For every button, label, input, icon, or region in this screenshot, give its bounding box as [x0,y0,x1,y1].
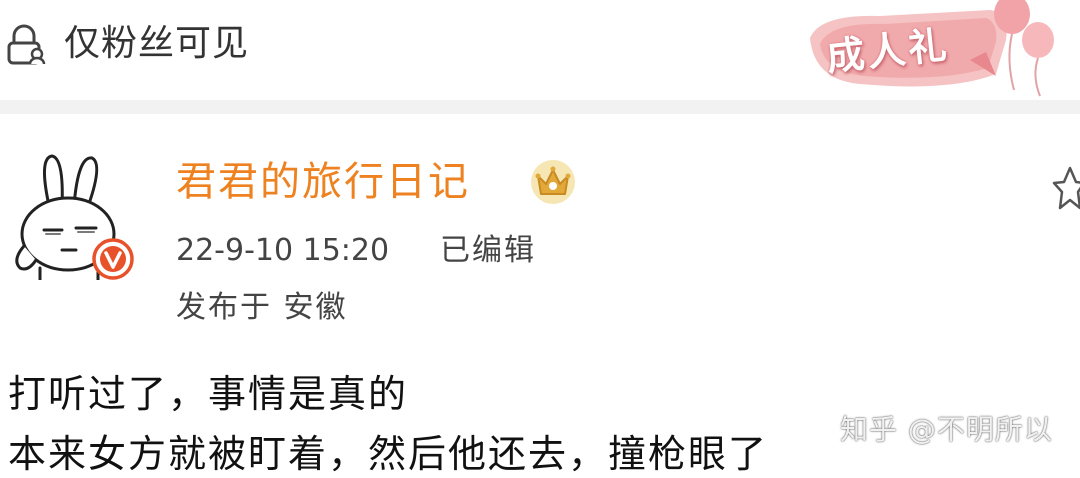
post-body-line: 本来女方就被盯着，然后他还去，撞枪眼了 [8,432,769,476]
divider [0,100,1080,114]
edited-label[interactable]: 已编辑 [440,228,536,274]
post-timestamp: 22-9-10 15:20 [176,233,390,268]
watermark: 知乎 @不明所以 [840,413,1053,446]
author-name[interactable]: 君君的旅行日记 [176,152,470,212]
post-body-line: 打听过了，事情是真的 [8,372,409,416]
visibility-label: 仅粉丝可见 [64,23,250,64]
verified-v-icon [92,238,134,280]
crown-icon[interactable] [528,156,578,206]
lock-person-icon [7,24,46,65]
weibo-post-screenshot: 仅粉丝可见 成人礼 君君的旅行日记 22-9-10 15:20 已编辑 发布于 … [0,0,1080,478]
visibility-bar: 仅粉丝可见 成人礼 [0,0,1080,100]
post-location: 发布于 安徽 [176,290,348,325]
star-icon[interactable] [1044,164,1080,212]
coming-of-age-badge[interactable]: 成人礼 [800,0,1080,100]
